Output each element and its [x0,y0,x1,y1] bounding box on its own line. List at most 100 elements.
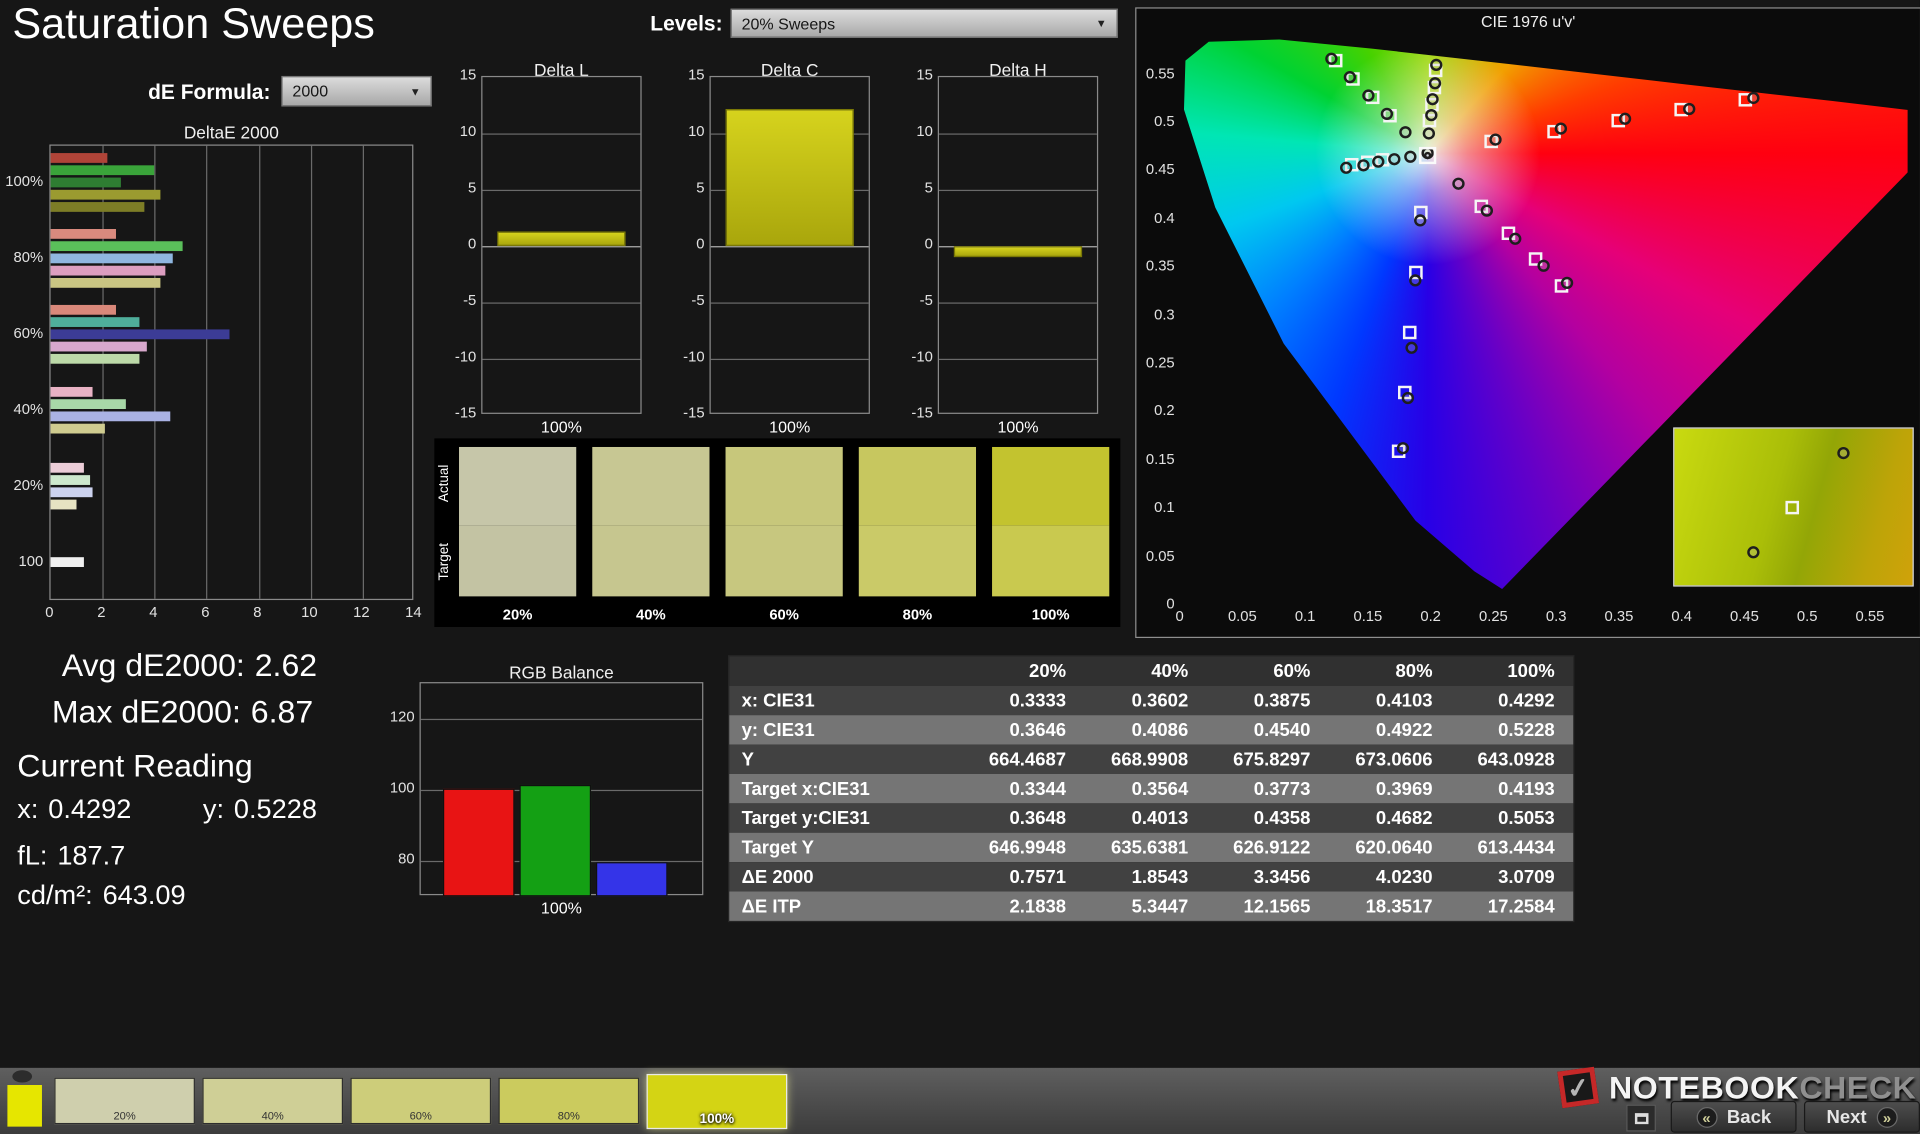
cie-y-tick-label: 0.4 [1136,209,1174,226]
deltae-bar [51,500,77,510]
delta-c-gridline [711,302,869,303]
table-cell: 620.0640 [1330,837,1452,858]
table-cell: 643.0928 [1452,749,1574,770]
cie-diagram-panel: CIE 1976 u'v' 00.050.10.150.20.250.30.35… [1135,7,1920,638]
table-cell: 5.3447 [1086,896,1208,917]
cie-y-tick-label: 0.35 [1136,257,1174,274]
max-de2000-label: Max dE2000: [52,693,241,730]
swatch-column: 20% [459,447,576,623]
table-cell: 17.2584 [1452,896,1574,917]
cie-measurement-marker [1509,232,1521,244]
back-button[interactable]: «Back [1671,1101,1797,1133]
cie-x-tick-label: 0 [1161,607,1198,624]
cie-target-marker [1403,325,1417,338]
table-cell: 613.4434 [1452,837,1574,858]
delta-h-gridline [939,302,1097,303]
table-cell: 3.0709 [1452,866,1574,887]
delta-c-category-label: 100% [709,418,869,436]
actual-swatch [859,447,976,525]
swatch-level-label: 60% [726,606,843,623]
window-button[interactable] [1626,1105,1656,1132]
delta-l-y-tick-label: -15 [429,404,476,421]
table-cell: 0.3646 [964,719,1086,740]
table-cell: 0.3969 [1330,778,1452,799]
cie-x-tick-label: 0.05 [1224,607,1261,624]
cie-measurement-marker [1381,108,1393,120]
deltae-gridline [311,146,312,599]
rgb-balance-y-axis: 120 100 80 [368,682,415,895]
table-cell: 668.9908 [1086,749,1208,770]
meter-indicator-icon [12,1070,32,1082]
patch-label: 60% [352,1109,490,1121]
current-patch-swatch [7,1085,42,1127]
deltae-group-label: 100% [0,173,43,190]
deltae-bar [51,266,165,276]
window-icon [1634,1113,1648,1124]
patch-button-80[interactable]: 80% [498,1078,639,1125]
table-row-label: Target Y [729,837,963,858]
actual-swatch [459,447,576,525]
max-de2000-value: 6.87 [251,693,313,730]
table-cell: 626.9122 [1208,837,1330,858]
patch-button-row: 20% 40% 60% 80%100% [54,1074,787,1133]
swatch-columns: 20%40%60%80%100% [459,447,1109,623]
actual-swatch [592,447,709,525]
table-row: Target y:CIE310.36480.40130.43580.46820.… [729,803,1573,832]
delta-c-y-tick-label: -5 [658,291,705,308]
deltae-bar [51,329,230,339]
table-cell: 0.3602 [1086,690,1208,711]
rgb-bar-blue [596,863,668,897]
deltae-x-axis: 02468101214 [0,604,469,624]
cie-measurement-marker [1555,122,1567,134]
x-value: 0.4292 [48,794,131,825]
delta-l-gridline [482,246,640,247]
de-formula-dropdown[interactable]: 2000 ▼ [281,76,432,107]
cie-y-tick-label: 0.2 [1136,402,1174,419]
bottom-bar: 20%40%60%80%100% ✓ NOTEBOOKCHECK «Back N… [0,1068,1920,1134]
patch-button-40[interactable]: 40% [202,1078,343,1125]
table-cell: 0.4540 [1208,719,1330,740]
delta-l-y-tick-label: -10 [429,348,476,365]
table-cell: 0.4358 [1208,808,1330,829]
rgb-bar-red [443,789,515,896]
patch-label: 40% [204,1109,342,1121]
rgb-balance-chart [420,682,704,895]
fl-value: 187.7 [57,840,125,871]
table-cell: 0.3564 [1086,778,1208,799]
table-row: y: CIE310.36460.40860.45400.49220.5228 [729,715,1573,744]
x-label: x: [17,794,38,825]
cie-x-tick-label: 0.55 [1851,607,1888,624]
rgb-y-tick-label: 120 [368,708,415,725]
target-swatch [459,525,576,596]
deltae-bar [51,178,121,188]
table-row-label: ΔE ITP [729,896,963,917]
cie-x-tick-label: 0.2 [1412,607,1449,624]
rgb-y-tick-label: 80 [368,850,415,867]
patch-button-20[interactable]: 20% [54,1078,195,1125]
deltae-x-tick-label: 0 [37,604,62,621]
cie-measurement-marker [1428,77,1440,89]
table-cell: 0.4292 [1452,690,1574,711]
rgb-balance-category-label: 100% [420,899,704,917]
luminance-value: 643.09 [103,879,186,910]
table-row-label: x: CIE31 [729,690,963,711]
levels-dropdown[interactable]: 20% Sweeps ▼ [730,9,1117,38]
table-cell: 0.4682 [1330,808,1452,829]
delta-l-y-tick-label: 15 [429,66,476,83]
deltae-x-tick-label: 6 [193,604,218,621]
deltae-y-axis: 100%80%60%40%20%100 [0,145,43,601]
avg-de2000-label: Avg dE2000: [62,647,245,684]
avg-de2000-reading: Avg dE2000:2.62 [62,647,317,685]
deltae-bar [51,202,145,212]
table-row-label: Target y:CIE31 [729,808,963,829]
next-button[interactable]: Next» [1804,1101,1920,1133]
deltae-bar [51,253,173,263]
delta-h-y-tick-label: 15 [886,66,933,83]
patch-button-60[interactable]: 60% [350,1078,491,1125]
deltae-bar [51,557,85,567]
table-cell: 0.4013 [1086,808,1208,829]
patch-button-100[interactable]: 100% [647,1074,788,1129]
deltae-bar [51,165,155,175]
rgb-y-tick-label: 100 [368,779,415,796]
table-cell: 646.9948 [964,837,1086,858]
